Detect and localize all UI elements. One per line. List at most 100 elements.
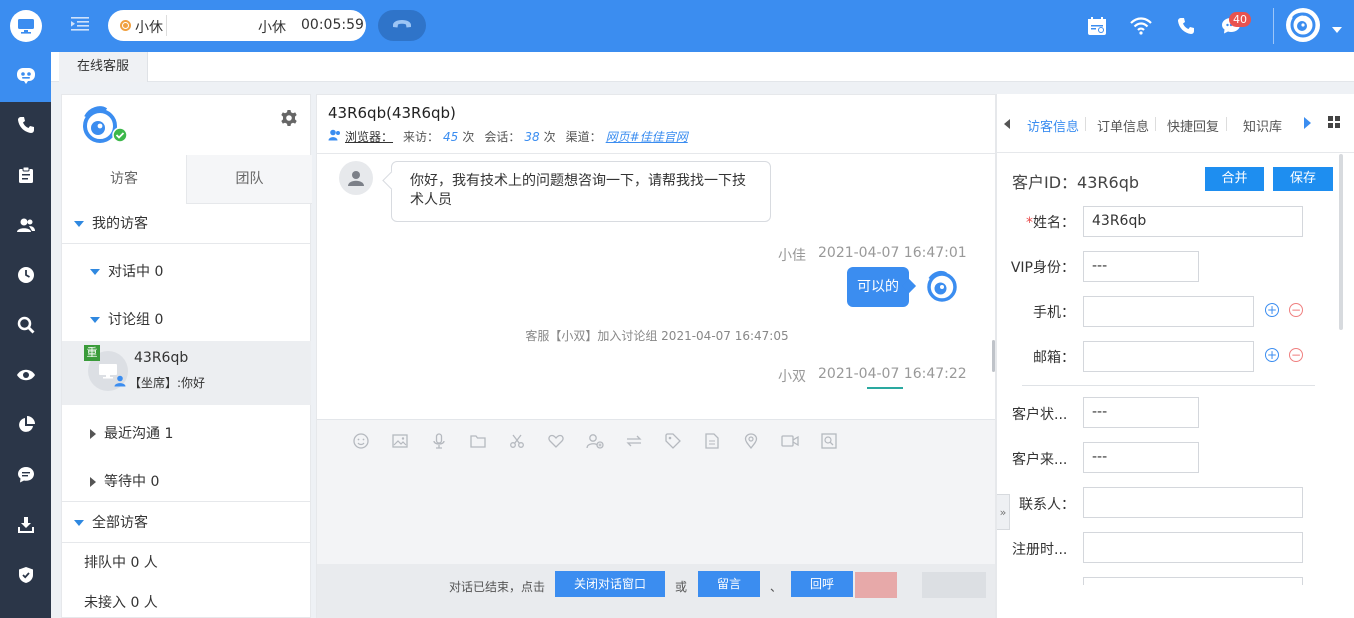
remove-email-icon[interactable]: −: [1289, 348, 1303, 362]
calendar-icon[interactable]: [1085, 14, 1109, 38]
name-field[interactable]: 43R6qb: [1083, 206, 1303, 237]
hangup-button[interactable]: [378, 10, 426, 41]
remove-phone-icon[interactable]: −: [1289, 303, 1303, 317]
microphone-icon[interactable]: [419, 430, 458, 452]
queued-count: 排队中 0 人: [84, 555, 158, 571]
agent-person-icon: [114, 375, 126, 390]
phone-icon: [17, 116, 35, 138]
nav-tickets[interactable]: [0, 152, 51, 202]
swap-icon[interactable]: [614, 430, 653, 452]
scissors-icon[interactable]: [497, 430, 536, 452]
nav-contacts[interactable]: [0, 202, 51, 252]
tab-visitors[interactable]: 访客: [62, 155, 187, 204]
info-scrollbar[interactable]: [1339, 154, 1343, 330]
tab-scroll-left-icon[interactable]: [1004, 119, 1010, 129]
wifi-icon[interactable]: [1129, 14, 1153, 38]
top-bar: 小休 小休 00:05:59 40: [51, 0, 1354, 52]
register-time-label: 注册时...: [1012, 542, 1068, 558]
phone-icon[interactable]: [1174, 14, 1198, 38]
status-dot-icon: [120, 20, 131, 31]
phone-field[interactable]: [1083, 296, 1254, 327]
info-tab-strip: 访客信息 订单信息 快捷回复 知识库: [997, 94, 1354, 153]
browser-label[interactable]: 浏览器：: [345, 128, 393, 145]
tab-knowledge-base[interactable]: 知识库: [1243, 116, 1282, 135]
message-editor[interactable]: [317, 419, 995, 564]
channel-link[interactable]: 网页#佳佳官网: [606, 128, 688, 145]
leave-message-button[interactable]: 留言: [698, 571, 760, 597]
next-field[interactable]: [1083, 577, 1303, 585]
group-discussion[interactable]: 讨论组 0: [62, 300, 311, 340]
tab-online-service[interactable]: 在线客服: [59, 52, 148, 82]
close-conversation-button[interactable]: 关闭对话窗口: [555, 571, 665, 597]
image-icon[interactable]: [380, 430, 419, 452]
transfer-user-icon[interactable]: [575, 430, 614, 452]
nav-reports[interactable]: [0, 402, 51, 452]
group-recent[interactable]: 最近沟通 1: [62, 414, 311, 454]
agent-status-selector[interactable]: 小休 小休 00:05:59: [108, 10, 366, 41]
document-icon[interactable]: [692, 430, 731, 452]
group-in-conversation[interactable]: 对话中 0: [62, 252, 311, 292]
chat-panel: 43R6qb(43R6qb) 浏览器： 来访： 45 次 会话： 38 次 渠道…: [316, 94, 996, 618]
menu-toggle-icon[interactable]: [71, 16, 89, 36]
tab-team[interactable]: 团队: [187, 155, 312, 204]
nav-history[interactable]: [0, 252, 51, 302]
nav-download[interactable]: [0, 502, 51, 552]
page-tab-strip: 在线客服: [51, 52, 1354, 82]
search-history-icon[interactable]: [809, 430, 848, 452]
tab-quick-reply[interactable]: 快捷回复: [1167, 116, 1219, 135]
callback-button[interactable]: 回呼: [791, 571, 853, 597]
system-message: 客服【小双】加入讨论组 2021-04-07 16:47:05: [525, 329, 789, 343]
nav-security[interactable]: [0, 552, 51, 602]
merge-button[interactable]: 合并: [1205, 167, 1264, 191]
add-phone-icon[interactable]: +: [1265, 303, 1279, 317]
nav-messages[interactable]: [0, 452, 51, 502]
clipboard-icon: [18, 166, 34, 188]
user-avatar[interactable]: [1286, 8, 1320, 42]
collapse-panel-icon[interactable]: »: [997, 494, 1010, 530]
conversation-ended-bar: 对话已结束，点击 关闭对话窗口 或 留言 、 回呼: [317, 564, 995, 618]
nav-phone[interactable]: [0, 102, 51, 152]
save-button[interactable]: 保存: [1273, 167, 1333, 191]
clock-icon: [17, 266, 35, 288]
customer-id: 客户ID：43R6qb: [1012, 173, 1140, 192]
chevron-down-icon[interactable]: [1332, 22, 1342, 37]
heart-icon[interactable]: [536, 430, 575, 452]
vip-field[interactable]: ---: [1083, 251, 1199, 282]
incoming-message: 你好，我有技术上的问题想咨询一下，请帮我找一下技术人员: [391, 161, 771, 222]
group-waiting[interactable]: 等待中 0: [62, 462, 311, 502]
group-all-visitors[interactable]: 全部访客: [62, 503, 311, 543]
message-time: 2021-04-07 16:47:22: [818, 366, 967, 382]
name-label: *姓名：: [1026, 215, 1075, 231]
nav-search[interactable]: [0, 302, 51, 352]
nav-monitor[interactable]: [0, 352, 51, 402]
customer-status-field[interactable]: ---: [1083, 397, 1199, 428]
group-my-visitors[interactable]: 我的访客: [62, 204, 311, 244]
gear-icon[interactable]: [280, 109, 298, 131]
brand-logo-icon: [82, 105, 128, 145]
ended-text: 对话已结束，点击: [449, 580, 546, 594]
visit-count: 45: [443, 129, 459, 144]
nav-online-service[interactable]: [0, 52, 51, 102]
folder-icon[interactable]: [458, 430, 497, 452]
tab-visitor-info[interactable]: 访客信息: [1027, 116, 1079, 135]
customer-source-field[interactable]: ---: [1083, 442, 1199, 473]
customer-source-label: 客户来...: [1012, 452, 1068, 468]
video-icon[interactable]: [770, 430, 809, 452]
workspace-button[interactable]: [0, 0, 51, 52]
contact-field[interactable]: [1083, 487, 1303, 518]
tab-order-info[interactable]: 订单信息: [1097, 116, 1149, 135]
emoji-icon[interactable]: [341, 430, 380, 452]
tag-icon[interactable]: [653, 430, 692, 452]
visitor-list-item[interactable]: 重 43R6qb 【坐席】:你好: [62, 341, 311, 405]
chat-title: 43R6qb(43R6qb): [328, 104, 456, 122]
grid-icon[interactable]: [1328, 116, 1340, 132]
add-email-icon[interactable]: +: [1265, 348, 1279, 362]
location-icon[interactable]: [731, 430, 770, 452]
caret-right-icon: [90, 429, 96, 439]
users-icon: [16, 217, 36, 237]
message-icon: [17, 466, 35, 488]
register-time-field[interactable]: [1083, 532, 1303, 563]
tab-scroll-right-icon[interactable]: [1304, 117, 1311, 129]
chat-scrollbar[interactable]: [992, 340, 995, 372]
email-field[interactable]: [1083, 341, 1254, 372]
